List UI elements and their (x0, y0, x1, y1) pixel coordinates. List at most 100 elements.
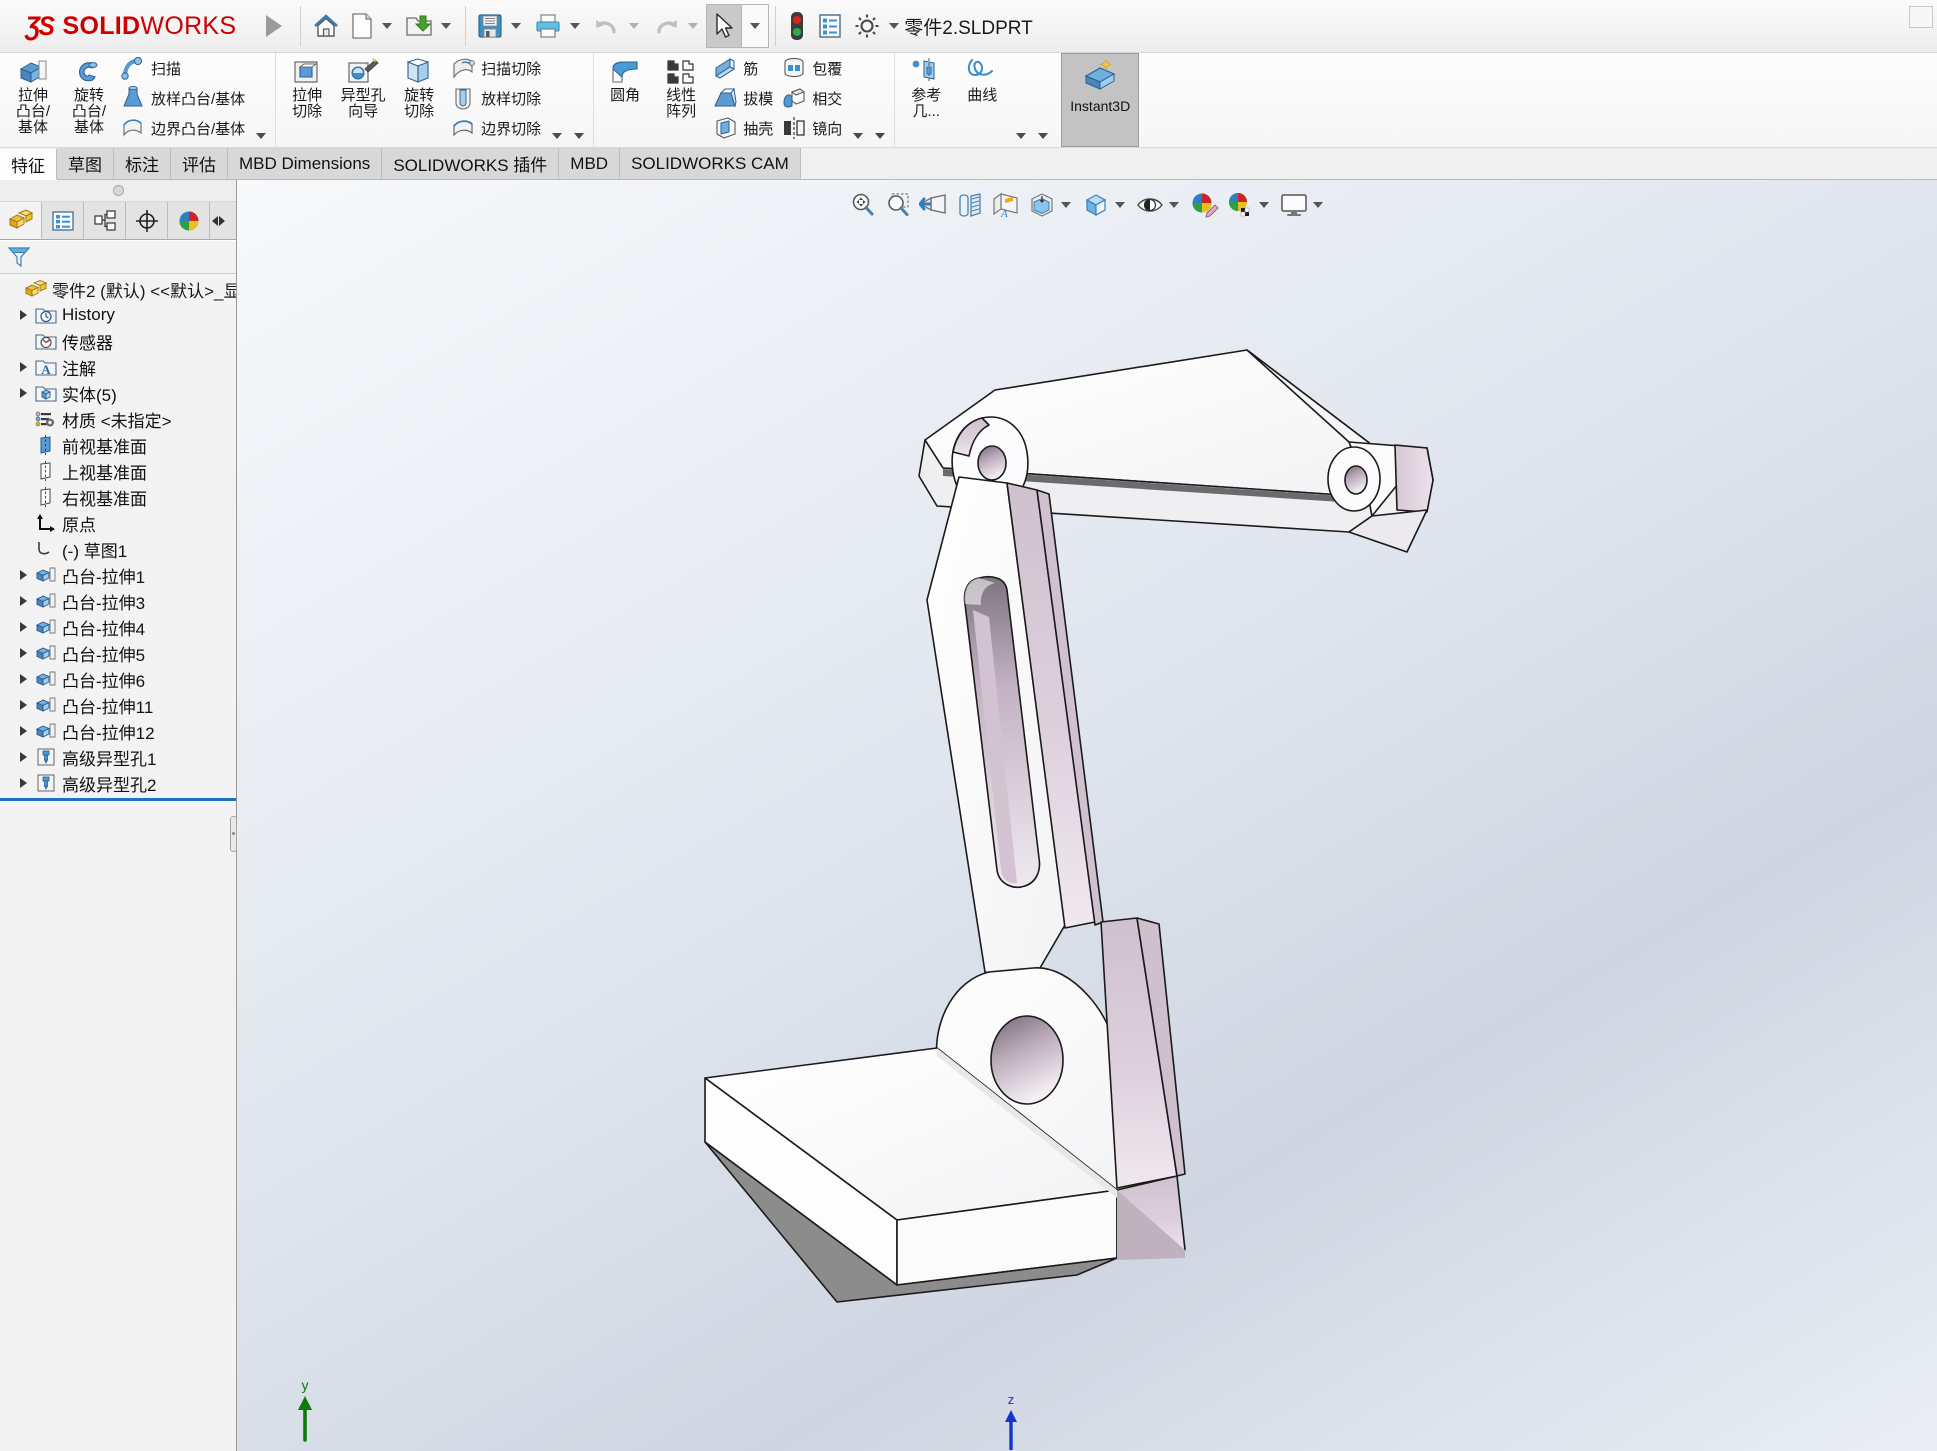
reference-group-dropdown-icon[interactable] (1016, 133, 1027, 139)
features-group-dropdown2-icon[interactable] (875, 133, 886, 139)
open-document-icon[interactable] (400, 5, 438, 47)
boundary-cut-button[interactable]: 边界切除 (447, 113, 546, 143)
expand-arrow-icon[interactable] (12, 752, 34, 762)
scroll-left-icon[interactable] (212, 215, 218, 226)
settings-dropdown-icon[interactable] (889, 23, 900, 29)
graphics-canvas[interactable]: y z (237, 180, 1937, 1451)
tab-solidworks-cam[interactable]: SOLIDWORKS CAM (620, 148, 801, 179)
linear-pattern-button[interactable]: 线性 阵列 (653, 53, 709, 147)
tree-root-item[interactable]: 零件2 (默认) <<默认>_显示状态 (0, 276, 236, 302)
hide-show-dropdown-icon[interactable] (1169, 202, 1179, 208)
hole-wizard-button[interactable]: 异型孔 向导 (335, 53, 391, 147)
tree-item-advanced-hole1[interactable]: 高级异型孔1 (0, 744, 236, 770)
apply-scene-dropdown-icon[interactable] (1259, 202, 1269, 208)
curves-button[interactable]: 曲线 (954, 53, 1010, 147)
fillet-button[interactable]: 圆角 (597, 53, 653, 147)
redo-dropdown-icon[interactable] (688, 23, 699, 29)
cut-group-dropdown2-icon[interactable] (574, 133, 585, 139)
revolve-cut-button[interactable]: 旋转 切除 (391, 53, 447, 147)
expand-arrow-icon[interactable] (12, 726, 34, 736)
tab-evaluate[interactable]: 评估 (171, 148, 228, 179)
view-orientation-button[interactable]: A (989, 188, 1023, 222)
tree-item-right-plane[interactable]: 右视基准面 (0, 484, 236, 510)
panel-pin-button[interactable] (112, 185, 124, 196)
loft-boss-button[interactable]: 放样凸台/基体 (117, 83, 250, 113)
tree-item-sensors[interactable]: 传感器 (0, 328, 236, 354)
panel-resize-grip[interactable] (230, 815, 237, 852)
tree-item-boss-extrude4[interactable]: 凸台-拉伸4 (0, 614, 236, 640)
tree-item-top-plane[interactable]: 上视基准面 (0, 458, 236, 484)
tab-mbd-dimensions[interactable]: MBD Dimensions (228, 148, 383, 179)
tree-item-annotations[interactable]: A 注解 (0, 354, 236, 380)
extrude-boss-button[interactable]: 拉伸 凸台/ 基体 (5, 53, 61, 147)
expand-arrow-icon[interactable] (12, 648, 34, 658)
model-geometry[interactable] (237, 180, 1937, 1451)
expand-arrow-icon[interactable] (12, 570, 34, 580)
loft-cut-button[interactable]: 放样切除 (447, 83, 546, 113)
tree-item-boss-extrude12[interactable]: 凸台-拉伸12 (0, 718, 236, 744)
rib-button[interactable]: 筋 (709, 53, 778, 83)
previous-view-button[interactable] (917, 188, 951, 222)
sweep-button[interactable]: 扫描 (117, 53, 250, 83)
dimxpert-manager-tab[interactable] (126, 202, 168, 239)
boundary-boss-button[interactable]: 边界凸台/基体 (117, 113, 250, 143)
features-group-dropdown-icon[interactable] (853, 133, 864, 139)
undo-icon[interactable] (588, 5, 626, 47)
redo-icon[interactable] (647, 5, 685, 47)
revolve-boss-button[interactable]: 旋转 凸台/ 基体 (61, 53, 117, 147)
undo-dropdown-icon[interactable] (629, 23, 640, 29)
tree-item-boss-extrude5[interactable]: 凸台-拉伸5 (0, 640, 236, 666)
expand-arrow-icon[interactable] (12, 700, 34, 710)
configuration-manager-tab[interactable] (84, 202, 126, 239)
tree-item-boss-extrude11[interactable]: 凸台-拉伸11 (0, 692, 236, 718)
tree-item-boss-extrude3[interactable]: 凸台-拉伸3 (0, 588, 236, 614)
sweep-cut-button[interactable]: 扫描切除 (447, 53, 546, 83)
graphics-viewport[interactable]: y z A (237, 180, 1937, 1451)
property-manager-tab[interactable] (42, 202, 84, 239)
tab-mbd[interactable]: MBD (559, 148, 621, 179)
display-style-button[interactable] (1079, 188, 1113, 222)
expand-arrow-icon[interactable] (12, 388, 34, 398)
wrap-button[interactable]: 包覆 (778, 53, 847, 83)
feature-manager-tab[interactable] (0, 202, 42, 239)
tree-item-boss-extrude1[interactable]: 凸台-拉伸1 (0, 562, 236, 588)
view-orientation-dropdown-icon[interactable] (1061, 202, 1071, 208)
expand-arrow-icon[interactable] (12, 622, 34, 632)
intersect-button[interactable]: 相交 (778, 83, 847, 113)
tree-item-advanced-hole2[interactable]: 高级异型孔2 (0, 770, 236, 796)
print-icon[interactable] (529, 5, 567, 47)
reference-geometry-button[interactable]: 参考 几... (898, 53, 954, 147)
window-controls[interactable] (1909, 6, 1933, 28)
select-tool-dropdown-icon[interactable] (742, 4, 770, 48)
tree-filter-input[interactable] (32, 245, 232, 269)
view-settings-dropdown-icon[interactable] (1313, 202, 1323, 208)
select-tool-icon[interactable] (706, 4, 743, 48)
rebuild-icon[interactable] (782, 5, 812, 47)
zoom-to-area-button[interactable] (881, 188, 915, 222)
cut-group-dropdown-icon[interactable] (552, 133, 563, 139)
expand-arrow-icon[interactable] (12, 310, 34, 320)
curves-group-dropdown-icon[interactable] (1038, 133, 1049, 139)
section-view-button[interactable] (953, 188, 987, 222)
expand-arrow-icon[interactable] (12, 674, 34, 684)
tree-item-material[interactable]: 材质 <未指定> (0, 406, 236, 432)
home-icon[interactable] (307, 5, 345, 47)
gear-settings-icon[interactable] (848, 5, 886, 47)
save-icon[interactable] (472, 5, 508, 47)
tree-item-origin[interactable]: 原点 (0, 510, 236, 536)
tree-item-history[interactable]: History (0, 302, 236, 328)
hide-show-items-button[interactable] (1133, 188, 1167, 222)
tree-item-front-plane[interactable]: 前视基准面 (0, 432, 236, 458)
mirror-button[interactable]: 镜向 (778, 113, 847, 143)
edit-appearance-button[interactable] (1187, 188, 1221, 222)
view-settings-button[interactable] (1277, 188, 1311, 222)
shell-button[interactable]: 抽壳 (709, 113, 778, 143)
display-manager-tab[interactable] (168, 202, 210, 239)
draft-button[interactable]: 拔模 (709, 83, 778, 113)
instant3d-button[interactable]: Instant3D (1061, 53, 1140, 147)
tab-features[interactable]: 特征 (0, 149, 57, 180)
tab-sketch[interactable]: 草图 (57, 148, 114, 179)
open-document-dropdown-icon[interactable] (441, 23, 452, 29)
display-style-dropdown-icon[interactable] (1115, 202, 1125, 208)
panel-tab-scroll-arrows[interactable] (210, 202, 227, 239)
